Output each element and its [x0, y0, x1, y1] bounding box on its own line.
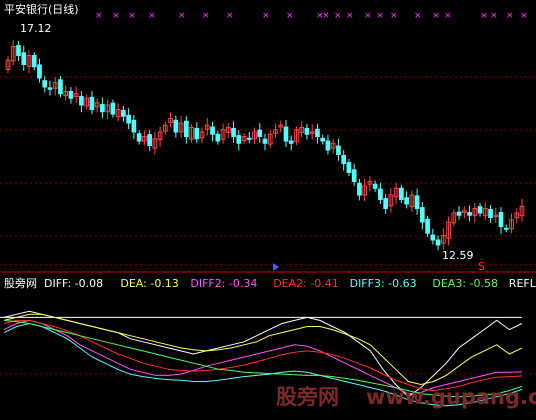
legend-diff3: DIFF3: -0.63 — [350, 277, 417, 290]
candle-body — [194, 127, 200, 140]
candlestick-series — [5, 40, 525, 251]
series-dea2 — [3, 319, 523, 392]
candle-body — [257, 129, 263, 137]
cross-mark: × — [444, 11, 452, 21]
sell-signal-marker: S — [478, 260, 485, 273]
arrow-marker-icon — [273, 263, 279, 271]
watermark-url: www.gupang.com — [366, 385, 536, 409]
cross-mark: × — [490, 11, 498, 21]
cross-mark: × — [286, 11, 294, 21]
candle-body — [89, 96, 95, 110]
candle-body — [173, 119, 179, 133]
candle-body — [503, 227, 509, 230]
candle-body — [126, 114, 131, 124]
min-price-label: 12.59 — [442, 249, 474, 262]
cross-mark: × — [346, 11, 354, 21]
legend-diff2: DIFF2: -0.34 — [190, 277, 257, 290]
cross-mark: × — [262, 11, 270, 21]
candle-body — [467, 212, 472, 216]
candle-body — [404, 197, 409, 205]
cross-mark: × — [322, 11, 330, 21]
legend-dea2: DEA2: -0.41 — [273, 277, 339, 290]
candle-body — [399, 187, 404, 200]
candle-body — [420, 207, 425, 223]
cross-mark: × — [178, 11, 186, 21]
candle-body — [136, 133, 142, 142]
candle-body — [477, 206, 483, 214]
cross-mark: × — [364, 11, 372, 21]
cross-mark: × — [480, 11, 488, 21]
candle-body — [320, 137, 326, 142]
cross-mark: × — [226, 11, 234, 21]
candle-body — [231, 127, 236, 137]
chart-title: 平安银行(日线) — [4, 2, 79, 16]
indicator-name: 股旁网 — [4, 276, 37, 290]
candle-body — [131, 119, 137, 133]
legend-diff: DIFF: -0.08 — [44, 277, 103, 290]
candle-body — [346, 162, 352, 174]
candle-body — [288, 140, 294, 144]
legend-dea3: DEA3: -0.58 — [432, 277, 498, 290]
candle-body — [183, 120, 189, 137]
candle-body — [435, 239, 441, 246]
candle-body — [79, 95, 84, 106]
candle-body — [414, 195, 420, 209]
candle-body — [236, 135, 242, 144]
candle-body — [31, 55, 37, 68]
cross-mark: × — [520, 11, 528, 21]
candle-body — [488, 208, 493, 218]
max-price-label: 17.12 — [20, 22, 52, 35]
chart-canvas: × × × × × × × × × ×× × × × × × × × × × × × × 平安银行(日线) 17.12 1… — [0, 2, 536, 409]
legend-refline: REFLINE — [509, 277, 536, 290]
candle-body — [246, 137, 252, 140]
candle-body — [341, 154, 347, 164]
candle-body — [378, 188, 383, 200]
candle-body — [147, 134, 152, 146]
cross-mark: × — [506, 11, 514, 21]
cross-marks-row: × × × × × × × × × ×× × × × × × × × × × × × × — [95, 11, 528, 21]
candle-body — [262, 138, 268, 144]
candle-body — [121, 109, 126, 117]
watermark-cn: 股旁网 — [276, 385, 339, 409]
candle-body — [304, 127, 310, 135]
candle-body — [372, 183, 378, 189]
cross-mark: × — [95, 11, 103, 21]
series-diff2 — [3, 319, 523, 395]
cross-mark: × — [432, 11, 440, 21]
candle-body — [351, 169, 357, 183]
cross-mark: × — [202, 11, 210, 21]
candle-body — [215, 133, 221, 142]
cross-mark: × — [390, 11, 398, 21]
candle-body — [58, 79, 63, 95]
cross-mark: × — [414, 11, 422, 21]
candle-body — [16, 45, 21, 56]
cross-mark: × — [376, 11, 384, 21]
cross-mark: × — [112, 11, 120, 21]
candle-body — [283, 126, 289, 142]
candle-body — [68, 91, 74, 99]
candle-body — [336, 145, 341, 155]
cross-mark: × — [148, 11, 156, 21]
candle-body — [37, 64, 42, 79]
legend-dea: DEA: -0.13 — [120, 277, 178, 290]
candle-body — [110, 102, 116, 115]
candle-body — [357, 182, 362, 196]
candle-body — [325, 140, 331, 151]
candle-body — [315, 128, 320, 138]
candle-body — [498, 212, 504, 228]
candle-body — [425, 218, 430, 234]
candle-body — [100, 104, 105, 113]
candle-body — [456, 211, 462, 216]
grid-lines — [0, 76, 536, 375]
candle-body — [42, 80, 48, 88]
cross-mark: × — [128, 11, 136, 21]
candle-body — [21, 52, 27, 65]
cross-mark: × — [334, 11, 342, 21]
candle-body — [430, 234, 436, 241]
indicator-legend: 股旁网 DIFF: -0.08 DEA: -0.13 DIFF2: -0.34 DEA… — [4, 276, 536, 290]
candle-body — [383, 198, 388, 210]
candle-body — [47, 87, 53, 90]
candle-body — [210, 126, 215, 135]
